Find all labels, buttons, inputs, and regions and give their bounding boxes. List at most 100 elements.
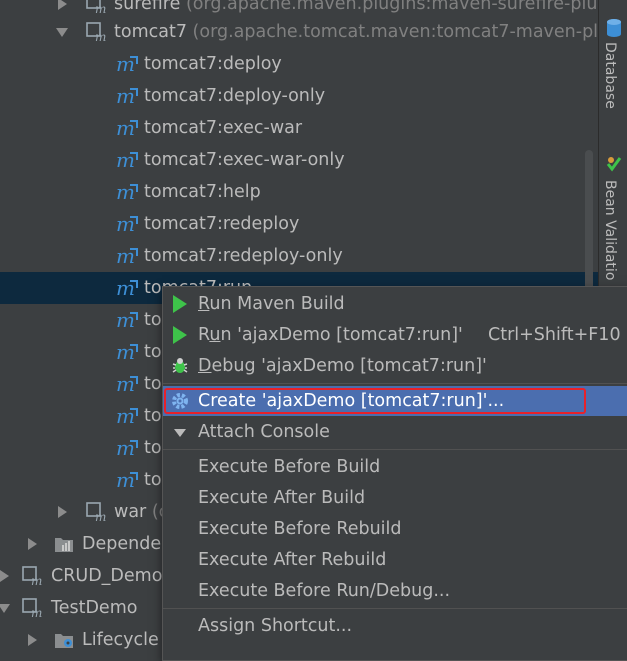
run-icon bbox=[173, 295, 187, 313]
menu-item-execute-before-run-debug[interactable]: Execute Before Run/Debug... bbox=[163, 576, 627, 606]
database-icon[interactable] bbox=[606, 18, 622, 38]
tree-item-label: surefire bbox=[114, 0, 181, 14]
svg-text:m: m bbox=[95, 510, 106, 522]
goal-label: to bbox=[144, 438, 162, 458]
goal-label: tomcat7:deploy bbox=[144, 54, 282, 74]
maven-goal-icon: m bbox=[116, 182, 138, 202]
menu-item-label: R bbox=[198, 325, 210, 345]
maven-plugin-icon: m bbox=[86, 502, 106, 522]
menu-item-label: Execute After Build bbox=[198, 488, 366, 508]
database-tool-tab[interactable]: Database bbox=[602, 42, 618, 109]
goal-item[interactable]: m tomcat7:deploy bbox=[0, 48, 598, 80]
svg-text:m: m bbox=[31, 606, 42, 618]
tree-item-label: Depende bbox=[82, 534, 162, 554]
tree-item-tomcat7[interactable]: m tomcat7 (org.apache.tomcat.maven:tomca… bbox=[0, 16, 598, 48]
maven-goal-icon: m bbox=[116, 406, 138, 426]
collapse-arrow-icon[interactable] bbox=[0, 604, 10, 613]
maven-goal-icon: m bbox=[116, 118, 138, 138]
menu-item-label: un Maven Build bbox=[209, 294, 345, 314]
menu-item-label: Execute Before Rebuild bbox=[198, 519, 402, 539]
tree-item-label: Lifecycle bbox=[82, 630, 159, 650]
expand-arrow-icon[interactable] bbox=[28, 634, 37, 646]
maven-goal-icon: m bbox=[116, 150, 138, 170]
goal-label: to bbox=[144, 310, 162, 330]
menu-separator bbox=[163, 608, 627, 609]
maven-goal-icon: m bbox=[116, 310, 138, 330]
maven-goal-icon: m bbox=[116, 54, 138, 74]
goal-label: tomcat7:exec-war bbox=[144, 118, 303, 138]
tree-item-label: CRUD_Demo bbox=[51, 566, 163, 586]
maven-project-icon: m bbox=[22, 566, 42, 586]
mnemonic: u bbox=[209, 325, 221, 345]
bean-validation-tool-tab[interactable]: Bean Validatio bbox=[602, 180, 618, 280]
maven-project-icon: m bbox=[22, 598, 42, 618]
menu-item-execute-before-build[interactable]: Execute Before Build bbox=[163, 452, 627, 482]
menu-item-execute-after-rebuild[interactable]: Execute After Rebuild bbox=[163, 545, 627, 575]
expand-arrow-icon[interactable] bbox=[28, 538, 37, 550]
run-icon bbox=[173, 326, 187, 344]
debug-bug-icon bbox=[172, 358, 188, 373]
maven-goal-icon: m bbox=[116, 278, 138, 298]
menu-item-assign-shortcut[interactable]: Assign Shortcut... bbox=[163, 611, 627, 641]
maven-goal-icon: m bbox=[116, 438, 138, 458]
tree-item-label: tomcat7 bbox=[114, 22, 187, 42]
menu-item-run-maven-build[interactable]: Run Maven Build bbox=[163, 289, 627, 319]
menu-item-attach-console[interactable]: Attach Console bbox=[163, 417, 627, 447]
mnemonic: R bbox=[198, 294, 210, 314]
menu-separator bbox=[163, 383, 627, 384]
goal-label: to bbox=[144, 374, 162, 394]
goal-label: to bbox=[144, 470, 162, 490]
maven-goal-icon: m bbox=[116, 470, 138, 490]
goal-item[interactable]: m tomcat7:redeploy-only bbox=[0, 240, 598, 272]
bean-validation-icon[interactable] bbox=[606, 155, 622, 173]
dropdown-triangle-icon bbox=[174, 429, 186, 437]
menu-item-run-config[interactable]: Run 'ajaxDemo [tomcat7:run]' Ctrl+Shift+… bbox=[163, 320, 627, 350]
maven-goal-icon: m bbox=[116, 246, 138, 266]
goal-label: tomcat7:help bbox=[144, 182, 261, 202]
menu-item-label: Execute Before Build bbox=[198, 457, 381, 477]
maven-plugin-icon: m bbox=[86, 22, 106, 42]
expand-arrow-icon[interactable] bbox=[58, 0, 67, 10]
goal-label: tomcat7:redeploy-only bbox=[144, 246, 343, 266]
menu-item-execute-before-rebuild[interactable]: Execute Before Rebuild bbox=[163, 514, 627, 544]
goal-item[interactable]: m tomcat7:deploy-only bbox=[0, 80, 598, 112]
goal-label: tomcat7:deploy-only bbox=[144, 86, 326, 106]
menu-item-label: Assign Shortcut... bbox=[198, 616, 353, 636]
tree-item-label: TestDemo bbox=[51, 598, 138, 618]
lifecycle-folder-icon bbox=[55, 634, 73, 648]
maven-goal-icon: m bbox=[116, 86, 138, 106]
collapse-arrow-icon[interactable] bbox=[56, 28, 68, 37]
goal-item[interactable]: m tomcat7:redeploy bbox=[0, 208, 598, 240]
maven-goal-icon: m bbox=[116, 214, 138, 234]
goal-item[interactable]: m tomcat7:exec-war bbox=[0, 112, 598, 144]
tree-item-coordinates: (org.apache.maven.plugins:maven-surefire… bbox=[185, 0, 598, 14]
menu-item-label: Attach Console bbox=[198, 422, 330, 442]
goal-label: tomcat7:redeploy bbox=[144, 214, 300, 234]
menu-item-label: ebug 'ajaxDemo [tomcat7:run]' bbox=[211, 356, 487, 376]
goal-item[interactable]: m tomcat7:help bbox=[0, 176, 598, 208]
menu-separator bbox=[163, 449, 627, 450]
context-menu: Run Maven Build Run 'ajaxDemo [tomcat7:r… bbox=[162, 286, 627, 661]
maven-plugin-icon: m bbox=[86, 0, 106, 14]
goal-label: to bbox=[144, 342, 162, 362]
menu-item-label: Execute Before Run/Debug... bbox=[198, 581, 451, 601]
svg-text:m: m bbox=[95, 30, 106, 42]
goal-label: tomcat7:exec-war-only bbox=[144, 150, 345, 170]
annotation-highlight-box bbox=[164, 388, 586, 414]
maven-goal-icon: m bbox=[116, 374, 138, 394]
goal-label: to bbox=[144, 406, 162, 426]
maven-goal-icon: m bbox=[116, 342, 138, 362]
menu-item-debug-config[interactable]: Debug 'ajaxDemo [tomcat7:run]' bbox=[163, 351, 627, 381]
svg-text:m: m bbox=[95, 2, 106, 14]
expand-arrow-icon[interactable] bbox=[58, 506, 67, 518]
menu-item-label: Execute After Rebuild bbox=[198, 550, 387, 570]
svg-text:m: m bbox=[31, 574, 42, 586]
menu-item-execute-after-build[interactable]: Execute After Build bbox=[163, 483, 627, 513]
mnemonic: D bbox=[198, 356, 212, 376]
expand-arrow-icon[interactable] bbox=[0, 570, 9, 582]
tree-item-label: war bbox=[114, 502, 147, 522]
tree-item-coordinates: (org.apache.tomcat.maven:tomcat7-maven-p… bbox=[192, 22, 598, 42]
dependencies-folder-icon bbox=[55, 538, 73, 552]
shortcut-label: Ctrl+Shift+F10 bbox=[488, 325, 621, 345]
goal-item[interactable]: m tomcat7:exec-war-only bbox=[0, 144, 598, 176]
